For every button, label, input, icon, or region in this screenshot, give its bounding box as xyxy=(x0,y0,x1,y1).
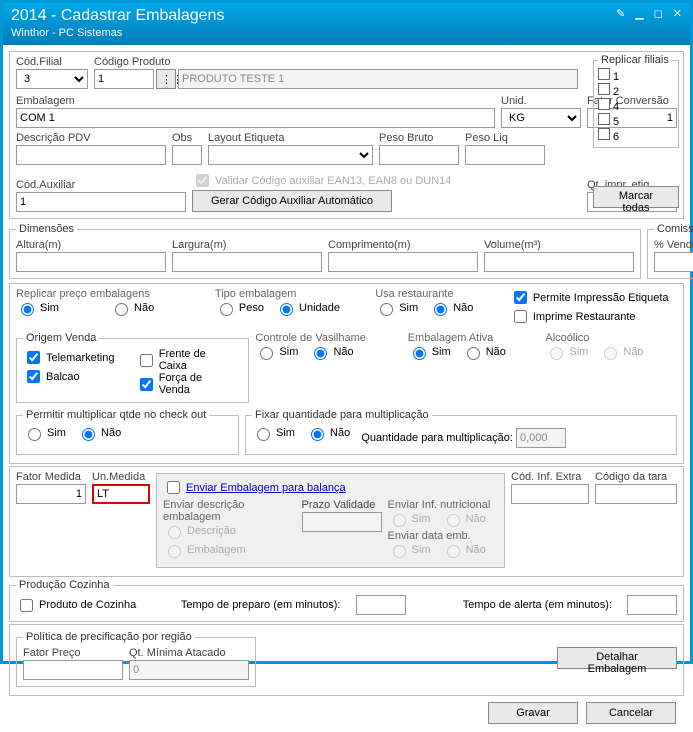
emb-ativa-nao[interactable]: Não xyxy=(462,344,506,360)
titlebar: 2014 - Cadastrar Embalagens Winthor - PC… xyxy=(3,3,690,45)
replicar-preco-sim[interactable]: Sim xyxy=(16,300,59,316)
inf-nut-sim: Sim xyxy=(388,511,431,527)
window-title: 2014 - Cadastrar Embalagens xyxy=(11,7,224,25)
vasilhame-sim[interactable]: Sim xyxy=(255,344,298,360)
imprime-rest-check[interactable]: Imprime Restaurante xyxy=(510,307,636,326)
fator-preco-input[interactable] xyxy=(23,660,123,680)
cod-filial-select[interactable]: 3 xyxy=(16,69,88,89)
codigo-tara-input[interactable] xyxy=(595,484,677,504)
label-desc-pdv: Descrição PDV xyxy=(16,132,166,144)
marcar-todas-button[interactable]: Marcar todas xyxy=(593,186,679,208)
label-codigo-produto: Código Produto xyxy=(94,56,578,68)
producao-cozinha-group: Produção Cozinha Produto de Cozinha Temp… xyxy=(9,579,684,622)
permite-impressao-check[interactable]: Permite Impressão Etiqueta xyxy=(510,288,669,307)
filial-check-6[interactable]: 6 xyxy=(598,128,674,143)
alcoolico-sim: Sim xyxy=(545,344,588,360)
comprimento-input[interactable] xyxy=(328,252,478,272)
window-subtitle: Winthor - PC Sistemas xyxy=(11,27,224,39)
descricao-pdv-input[interactable] xyxy=(16,145,166,165)
filial-check-1[interactable]: 1 xyxy=(598,68,674,83)
label-cod-filial: Cód.Filial xyxy=(16,56,88,68)
maximize-icon[interactable]: ◻ xyxy=(654,7,663,20)
cancelar-button[interactable]: Cancelar xyxy=(586,702,676,724)
tempo-alerta-input[interactable] xyxy=(627,595,677,615)
label-peso-liq: Peso Liq xyxy=(465,132,545,144)
un-medida-input[interactable] xyxy=(92,484,150,504)
peso-bruto-input[interactable] xyxy=(379,145,459,165)
desc-emb-embalagem: Embalagem xyxy=(163,542,246,558)
pct-vend-int-input[interactable] xyxy=(654,252,693,272)
close-icon[interactable]: ✕ xyxy=(673,7,682,20)
alcoolico-nao: Não xyxy=(599,344,643,360)
origem-forca-venda[interactable]: Força de Venda xyxy=(136,372,235,396)
cod-inf-extra-input[interactable] xyxy=(511,484,589,504)
origem-balcao[interactable]: Balcao xyxy=(23,367,80,386)
vasilhame-nao[interactable]: Não xyxy=(309,344,353,360)
replicar-preco-nao[interactable]: Não xyxy=(110,300,154,316)
label-cod-aux: Cód.Auxiliar xyxy=(16,179,186,191)
search-product-button[interactable]: ⋮⋮ xyxy=(156,69,176,89)
label-layout-etiq: Layout Etiqueta xyxy=(208,132,373,144)
label-peso-bruto: Peso Bruto xyxy=(379,132,459,144)
balanca-fieldset: Fator Medida Un.Medida Enviar Embalagem … xyxy=(9,466,684,577)
embalagem-input[interactable] xyxy=(16,108,495,128)
data-emb-sim: Sim xyxy=(388,542,431,558)
unid-select[interactable]: KG xyxy=(501,108,581,128)
tipo-emb-peso[interactable]: Peso xyxy=(215,300,264,316)
obs-input[interactable] xyxy=(172,145,202,165)
perm-mult-sim[interactable]: Sim xyxy=(23,425,66,441)
largura-input[interactable] xyxy=(172,252,322,272)
fixar-qtd-sim[interactable]: Sim xyxy=(252,425,295,441)
tempo-preparo-input[interactable] xyxy=(356,595,406,615)
fixar-qtd-nao[interactable]: Não xyxy=(306,425,350,441)
filial-check-4[interactable]: 4 xyxy=(598,98,674,113)
top-fieldset: Cód.Filial 3 Código Produto ⋮⋮ Embalagem… xyxy=(9,51,684,219)
fator-medida-input[interactable] xyxy=(16,484,86,504)
perm-mult-nao[interactable]: Não xyxy=(77,425,121,441)
cod-auxiliar-input[interactable] xyxy=(16,192,186,212)
gerar-cod-aux-button[interactable]: Gerar Código Auxiliar Automático xyxy=(192,190,392,212)
middle-fieldset: Replicar preço embalagens Sim Não Tipo e… xyxy=(9,283,684,464)
qtd-mult-input xyxy=(516,428,566,448)
origem-frente-caixa[interactable]: Frente de Caixa xyxy=(136,348,235,372)
tipo-emb-unidade[interactable]: Unidade xyxy=(275,300,340,316)
label-unid: Unid. xyxy=(501,95,581,107)
altura-input[interactable] xyxy=(16,252,166,272)
desc-emb-descricao: Descrição xyxy=(163,523,236,539)
codigo-produto-input[interactable] xyxy=(94,69,154,89)
edit-icon[interactable]: ✎ xyxy=(616,7,625,20)
qt-min-atacado-input xyxy=(129,660,249,680)
produto-nome-display xyxy=(178,69,578,89)
validar-cod-aux-check: Validar Código auxiliar EAN13, EAN8 ou D… xyxy=(192,171,573,190)
gravar-button[interactable]: Gravar xyxy=(488,702,578,724)
comissao-venda-group: Comissão de Venda % Vendedor Interno % V… xyxy=(647,223,693,279)
peso-liq-input[interactable] xyxy=(465,145,545,165)
usa-rest-nao[interactable]: Não xyxy=(429,300,473,316)
data-emb-nao: Não xyxy=(442,542,486,558)
prazo-validade-input xyxy=(302,512,382,532)
layout-etiqueta-select[interactable] xyxy=(208,145,373,165)
enviar-balanca-check[interactable]: Enviar Embalagem para balança xyxy=(163,478,346,497)
usa-rest-sim[interactable]: Sim xyxy=(375,300,418,316)
produto-cozinha-check[interactable]: Produto de Cozinha xyxy=(16,596,167,615)
detalhar-embalagem-button[interactable]: Detalhar Embalagem xyxy=(557,647,677,669)
bottom-fieldset: Política de precificação por região Fato… xyxy=(9,624,684,696)
emb-ativa-sim[interactable]: Sim xyxy=(408,344,451,360)
label-embalagem: Embalagem xyxy=(16,95,495,107)
politica-precif-group: Política de precificação por região Fato… xyxy=(16,631,256,687)
filial-check-2[interactable]: 2 xyxy=(598,83,674,98)
inf-nut-nao: Não xyxy=(442,511,486,527)
replicar-filiais-group: Replicar filiais 1 2 4 5 6 xyxy=(593,54,679,148)
filial-check-5[interactable]: 5 xyxy=(598,113,674,128)
volume-input[interactable] xyxy=(484,252,634,272)
origem-telemarketing[interactable]: Telemarketing xyxy=(23,348,114,367)
dimensoes-group: Dimensões Altura(m) Largura(m) Comprimen… xyxy=(9,223,641,279)
minimize-icon[interactable]: ▁ xyxy=(635,7,643,20)
label-obs: Obs xyxy=(172,132,202,144)
